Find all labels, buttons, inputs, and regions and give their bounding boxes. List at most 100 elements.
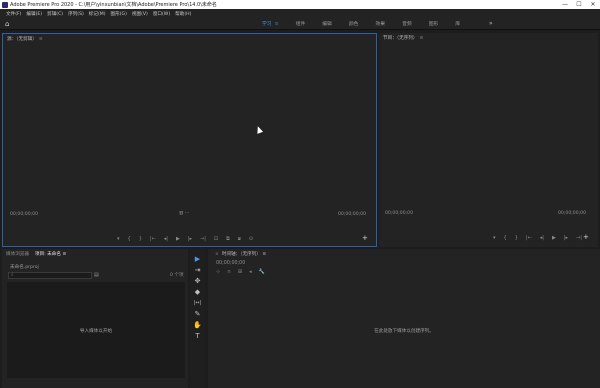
workspace-tabs: 学习 ≡ 组件 编辑 颜色 效果 音频 图形 库 (262, 20, 477, 27)
play-icon[interactable]: ▶ (552, 235, 556, 241)
source-transport-controls: ▾ { } |← ◂| ▶ |▸ →| ⊡ ⧉ ⧈ ⊙ (117, 236, 261, 242)
menu-view[interactable]: 视图(V) (132, 11, 148, 17)
step-back-icon[interactable]: ◂| (540, 235, 544, 241)
timeline-drop-hint: 在此处放下媒体以创建序列。 (374, 329, 434, 334)
source-monitor-title: 源：（无剪辑） (7, 37, 37, 42)
timeline-header: × 时间轴：（无序列） ≡ (215, 251, 266, 257)
timeline-title: 时间轴：（无序列） (221, 252, 261, 257)
panel-menu-icon[interactable]: ≡ (262, 252, 266, 257)
panel-menu-icon[interactable]: ≡ (39, 37, 43, 42)
premiere-app-icon (2, 1, 8, 8)
project-search-input[interactable]: ⌕ (8, 272, 92, 279)
timeline-panel: × 时间轴：（无序列） ≡ 00;00;00;00 ⊹ ∩ ⊞ ◂ 🔧 在此处放下… (208, 249, 600, 388)
source-duration-timecode: 00;00;00;00 (338, 212, 367, 217)
mark-out-icon[interactable]: } (139, 236, 142, 242)
mark-in-icon[interactable]: { (504, 235, 507, 241)
nest-icon[interactable]: ⊹ (216, 269, 220, 275)
tools-panel: ▶ ⇥ ✥ ◆ |↔| ✎ ✋ T (190, 249, 205, 388)
step-forward-icon[interactable]: |▸ (564, 235, 568, 241)
workspace-tab-learning[interactable]: 学习 ≡ (262, 20, 279, 27)
project-panel: 媒体浏览器 项目: 未命名 ≡ 未命名.prproj ⌕ ▤ 0 个项 导入媒体… (2, 249, 188, 388)
program-transport-controls: ▾ { } |← ◂| ▶ |▸ →| (493, 235, 590, 241)
close-button[interactable]: ✕ (586, 0, 600, 9)
play-icon[interactable]: ▶ (176, 236, 180, 242)
ripple-edit-tool-icon[interactable]: ✥ (193, 277, 202, 286)
step-forward-icon[interactable]: |▸ (188, 236, 192, 242)
source-playhead-timecode[interactable]: 00;00;00;00 (10, 212, 38, 217)
pen-tool-icon[interactable]: ✎ (193, 310, 202, 319)
menu-bar: 文件(F) 编辑(E) 剪辑(C) 序列(S) 标记(M) 图形(G) 视图(V… (0, 9, 600, 18)
workspace-tab-audio[interactable]: 音频 (402, 20, 412, 27)
workspace-tab-label: 学习 (262, 22, 272, 27)
add-marker-icon[interactable]: ▾ (493, 235, 496, 241)
menu-graphics[interactable]: 图形(G) (111, 11, 127, 17)
type-tool-icon[interactable]: T (193, 332, 202, 341)
insert-icon[interactable]: ⊡ (214, 236, 218, 242)
menu-clip[interactable]: 剪辑(C) (47, 11, 63, 17)
export-frame-icon[interactable]: ⧈ (238, 236, 241, 242)
snap-icon[interactable]: ∩ (227, 269, 231, 275)
search-icon: ⌕ (11, 273, 14, 278)
bin-icon[interactable]: ▤ (94, 272, 99, 278)
go-to-in-icon[interactable]: |← (526, 235, 532, 241)
go-to-out-icon[interactable]: →| (576, 235, 582, 241)
program-duration-timecode: 00;00;00;00 (558, 211, 587, 216)
home-icon[interactable]: ⌂ (5, 20, 9, 28)
workspace-bar: ⌂ 学习 ≡ 组件 编辑 颜色 效果 音频 图形 库 » (0, 18, 600, 30)
more-workspaces-icon[interactable]: » (489, 20, 493, 27)
source-monitor-panel[interactable]: 源：（无剪辑） ≡ 00;00;00;00 00;00;00;00 ▥ ⋯ ▾ {… (2, 33, 377, 247)
hand-tool-icon[interactable]: ✋ (193, 321, 202, 330)
source-monitor-header: 源：（无剪辑） ≡ (7, 36, 43, 42)
workspace-tab-assembly[interactable]: 组件 (296, 20, 306, 27)
workspace-tab-effects[interactable]: 效果 (375, 20, 385, 27)
project-tabs: 媒体浏览器 项目: 未命名 ≡ (6, 251, 72, 257)
program-monitor-header: 节目：（无序列） ≡ (383, 35, 423, 41)
workspace-tab-editing[interactable]: 编辑 (322, 20, 332, 27)
workspace-tab-libraries[interactable]: 库 (455, 20, 460, 27)
item-count: 0 个项 (170, 273, 184, 278)
razor-tool-icon[interactable]: ◆ (193, 288, 202, 297)
panel-menu-icon[interactable]: ≡ (62, 252, 66, 257)
selection-tool-icon[interactable]: ▶ (193, 255, 202, 264)
menu-sequence[interactable]: 序列(S) (68, 11, 84, 17)
tab-project-label: 项目: 未命名 (34, 252, 61, 257)
menu-file[interactable]: 文件(F) (6, 11, 21, 17)
linked-selection-icon[interactable]: ⊞ (238, 269, 242, 275)
slip-tool-icon[interactable]: |↔| (193, 299, 202, 308)
tab-media-browser[interactable]: 媒体浏览器 (6, 251, 29, 257)
program-playhead-timecode[interactable]: 00;00;00;00 (385, 211, 413, 216)
project-drop-area[interactable]: 导入媒体以开始 (7, 282, 185, 378)
add-marker-icon[interactable]: ◂ (249, 269, 252, 275)
camera-icon[interactable]: ⊙ (249, 236, 253, 242)
workspace-tab-graphics[interactable]: 图形 (429, 20, 439, 27)
source-settings-icon[interactable]: ▥ ⋯ (179, 211, 189, 216)
go-to-out-icon[interactable]: →| (200, 236, 206, 242)
timeline-timecode[interactable]: 00;00;00;00 (216, 261, 245, 266)
menu-help[interactable]: 帮助(H) (175, 11, 191, 17)
add-button-icon[interactable]: + (583, 233, 589, 241)
title-bar: Adobe Premiere Pro 2020 - C:\用户\yinxunbi… (0, 0, 600, 9)
menu-window[interactable]: 窗口(W) (153, 11, 170, 17)
workspace-tab-color[interactable]: 颜色 (349, 20, 359, 27)
workspace-menu-icon[interactable]: ≡ (275, 22, 279, 27)
tab-project[interactable]: 项目: 未命名 ≡ (35, 251, 66, 257)
program-monitor-title: 节目：（无序列） (383, 36, 418, 41)
mark-out-icon[interactable]: } (515, 235, 518, 241)
maximize-button[interactable]: ☐ (572, 0, 586, 9)
wrench-icon[interactable]: 🔧 (259, 269, 265, 275)
add-button-icon[interactable]: + (362, 234, 368, 242)
mark-in-icon[interactable]: { (128, 236, 131, 242)
go-to-in-icon[interactable]: |← (150, 236, 156, 242)
close-icon[interactable]: × (215, 252, 219, 257)
add-marker-icon[interactable]: ▾ (117, 236, 120, 242)
track-select-tool-icon[interactable]: ⇥ (193, 266, 202, 275)
menu-edit[interactable]: 编辑(E) (26, 11, 42, 17)
menu-markers[interactable]: 标记(M) (89, 11, 106, 17)
program-monitor-panel[interactable]: 节目：（无序列） ≡ 00;00;00;00 00;00;00;00 ▾ { } … (379, 33, 598, 247)
minimize-button[interactable]: — (558, 0, 572, 9)
timeline-toolbar: ⊹ ∩ ⊞ ◂ 🔧 (216, 269, 272, 275)
overwrite-icon[interactable]: ⧉ (226, 236, 230, 242)
step-back-icon[interactable]: ◂| (164, 236, 168, 242)
import-hint: 导入媒体以开始 (79, 329, 113, 334)
panel-menu-icon[interactable]: ≡ (419, 36, 423, 41)
